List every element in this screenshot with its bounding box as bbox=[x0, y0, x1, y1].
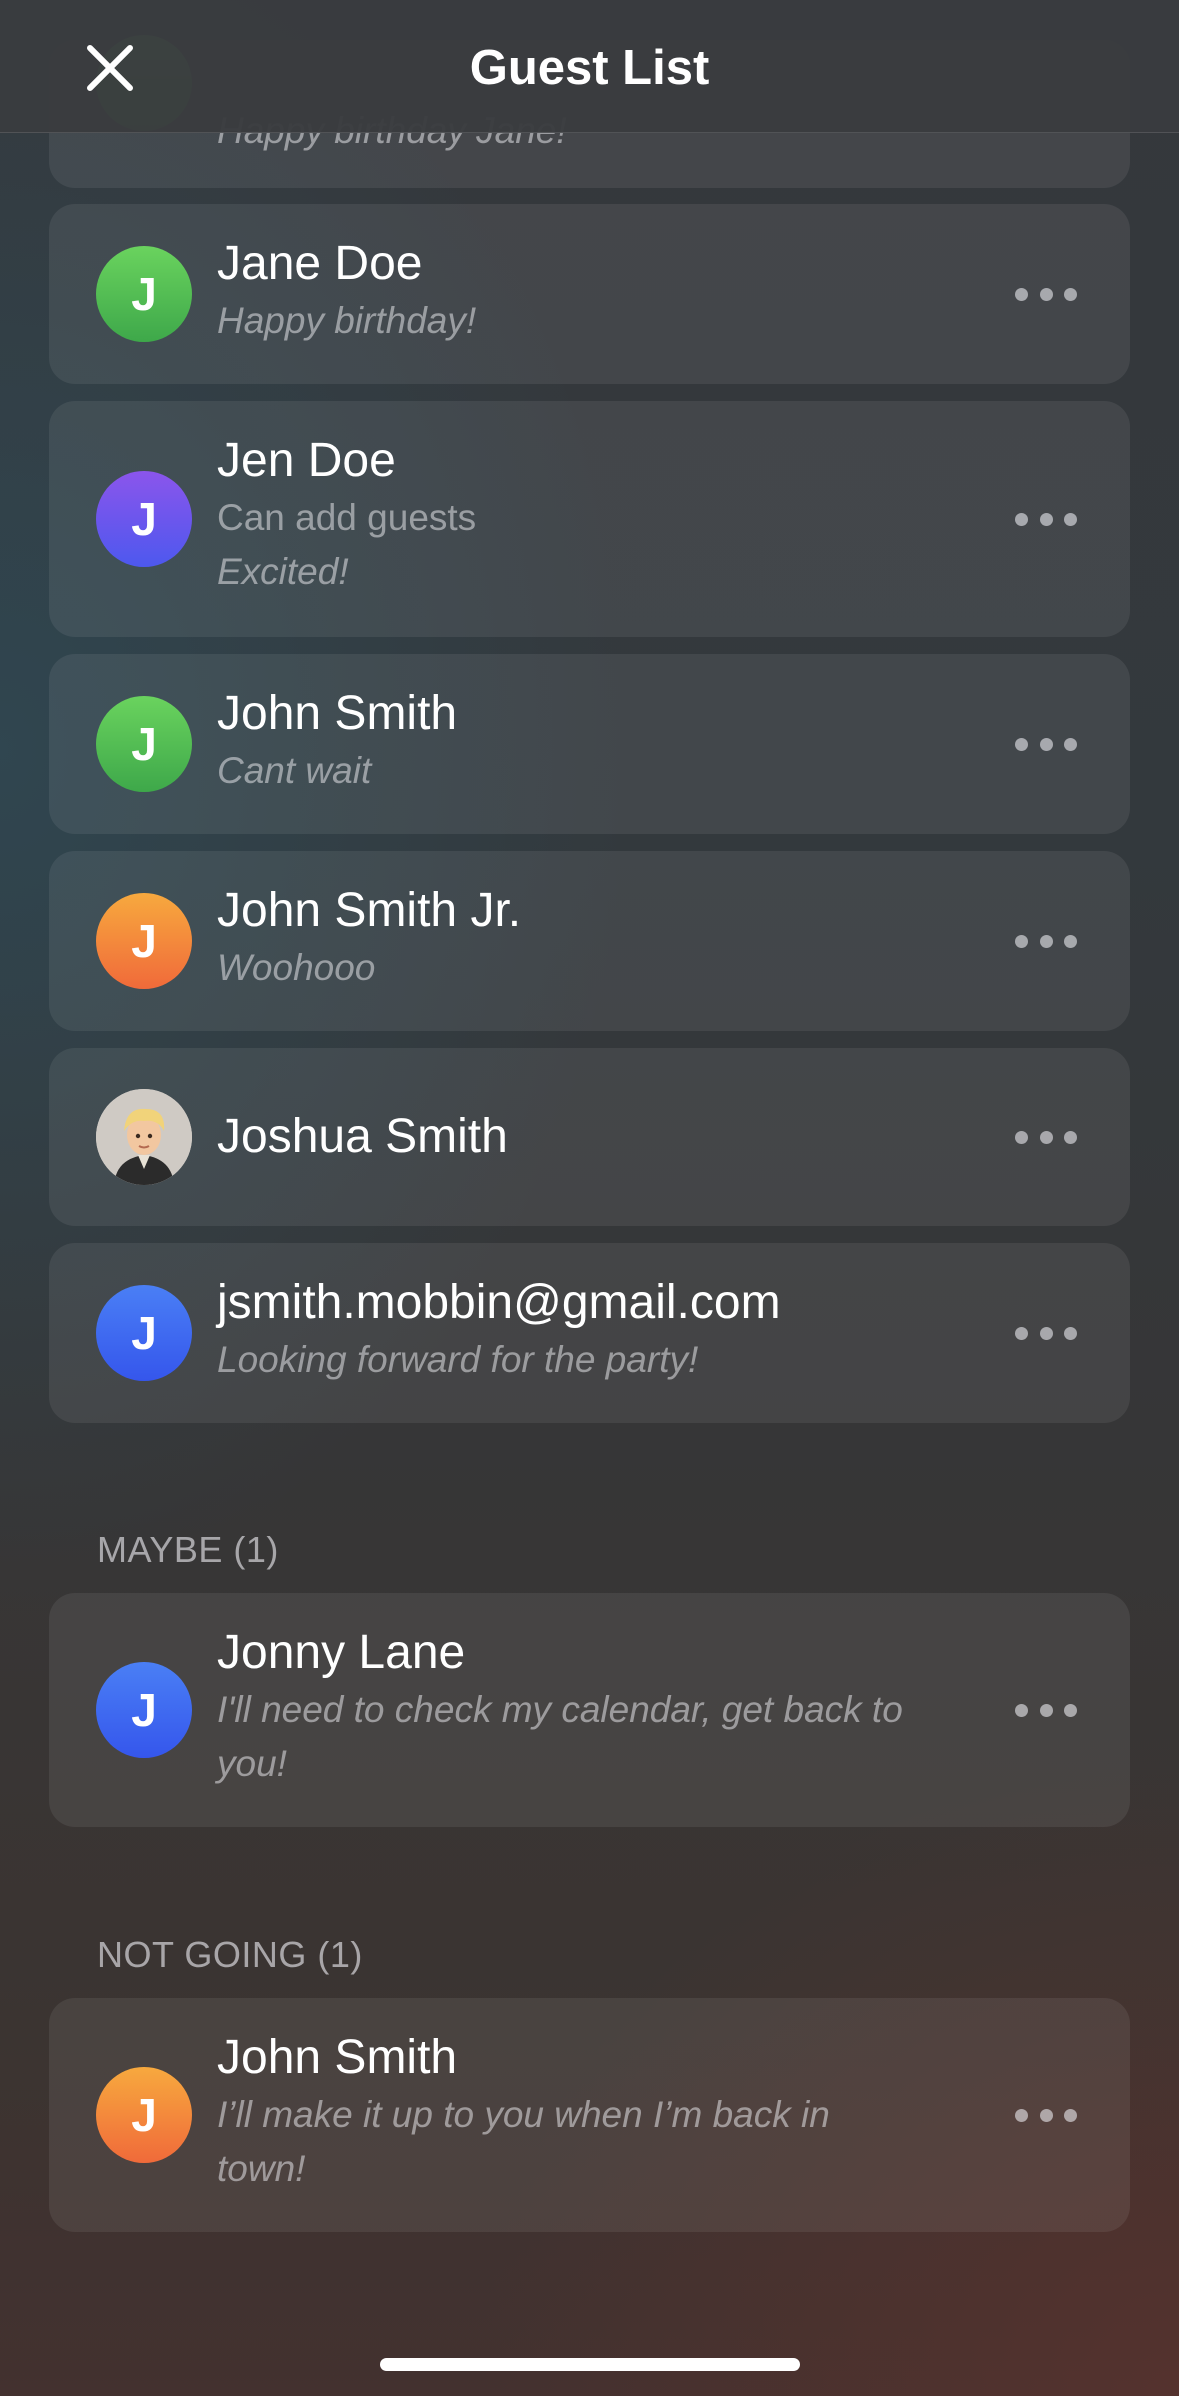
guest-note: I'll need to check my calendar, get back… bbox=[217, 1689, 903, 1784]
more-options-button[interactable] bbox=[1015, 2095, 1077, 2135]
guest-name: Jonny Lane bbox=[217, 1626, 466, 1679]
avatar: J bbox=[96, 893, 192, 989]
more-horizontal-icon bbox=[1015, 287, 1028, 301]
home-indicator[interactable] bbox=[380, 2358, 800, 2371]
guest-name: John Smith Jr. bbox=[217, 884, 522, 937]
more-horizontal-icon bbox=[1015, 1703, 1028, 1717]
more-horizontal-icon bbox=[1015, 2108, 1028, 2122]
guest-name: John Smith bbox=[217, 687, 458, 740]
guest-card[interactable]: Joshua Smith bbox=[49, 1048, 1130, 1226]
guest-name: Joshua Smith bbox=[217, 1110, 508, 1163]
guest-card[interactable]: J John Smith Cant wait bbox=[49, 654, 1130, 834]
avatar: J bbox=[96, 246, 192, 342]
guest-note: Happy birthday! bbox=[217, 300, 477, 341]
more-horizontal-icon bbox=[1015, 934, 1028, 948]
nav-header: Guest List bbox=[0, 0, 1179, 133]
guest-name: jsmith.mobbin@gmail.com bbox=[217, 1276, 781, 1329]
guest-note: I’ll make it up to you when I’m back in … bbox=[217, 2094, 830, 2189]
guest-name: Jen Doe bbox=[217, 434, 396, 487]
guest-note: Woohooo bbox=[217, 947, 376, 988]
more-options-button[interactable] bbox=[1015, 1313, 1077, 1353]
more-options-button[interactable] bbox=[1015, 1690, 1077, 1730]
guest-permission: Can add guests bbox=[217, 497, 477, 538]
guest-card[interactable]: J Jane Doe Happy birthday! bbox=[49, 204, 1130, 384]
page-title: Guest List bbox=[469, 41, 710, 95]
avatar: J bbox=[96, 1662, 192, 1758]
memoji-avatar bbox=[96, 1089, 192, 1185]
more-horizontal-icon bbox=[1015, 737, 1028, 751]
section-header-maybe: MAYBE (1) bbox=[97, 1529, 279, 1570]
guest-card[interactable]: J Jonny Lane I'll need to check my calen… bbox=[49, 1593, 1130, 1827]
more-options-button[interactable] bbox=[1015, 724, 1077, 764]
avatar: J bbox=[96, 471, 192, 567]
more-options-button[interactable] bbox=[1015, 921, 1077, 961]
more-horizontal-icon bbox=[1015, 1326, 1028, 1340]
guest-name: Jane Doe bbox=[217, 237, 423, 290]
more-horizontal-icon bbox=[1015, 1130, 1028, 1144]
guest-card[interactable]: J jsmith.mobbin@gmail.com Looking forwar… bbox=[49, 1243, 1130, 1423]
more-options-button[interactable] bbox=[1015, 1117, 1077, 1157]
guest-card[interactable]: J John Smith Jr. Woohooo bbox=[49, 851, 1130, 1031]
guest-card[interactable]: J John Smith I’ll make it up to you when… bbox=[49, 1998, 1130, 2232]
section-header-not-going: NOT GOING (1) bbox=[97, 1934, 363, 1975]
guest-note: Looking forward for the party! bbox=[217, 1339, 699, 1380]
more-options-button[interactable] bbox=[1015, 274, 1077, 314]
guest-note: Cant wait bbox=[217, 750, 372, 791]
avatar: J bbox=[96, 1285, 192, 1381]
guest-name: John Smith bbox=[217, 2031, 458, 2084]
avatar: J bbox=[96, 696, 192, 792]
more-options-button[interactable] bbox=[1015, 499, 1077, 539]
avatar: J bbox=[96, 2067, 192, 2163]
more-horizontal-icon bbox=[1015, 512, 1028, 526]
guest-note: Excited! bbox=[217, 551, 349, 592]
guest-card[interactable]: J Jen Doe Can add guests Excited! bbox=[49, 401, 1130, 637]
